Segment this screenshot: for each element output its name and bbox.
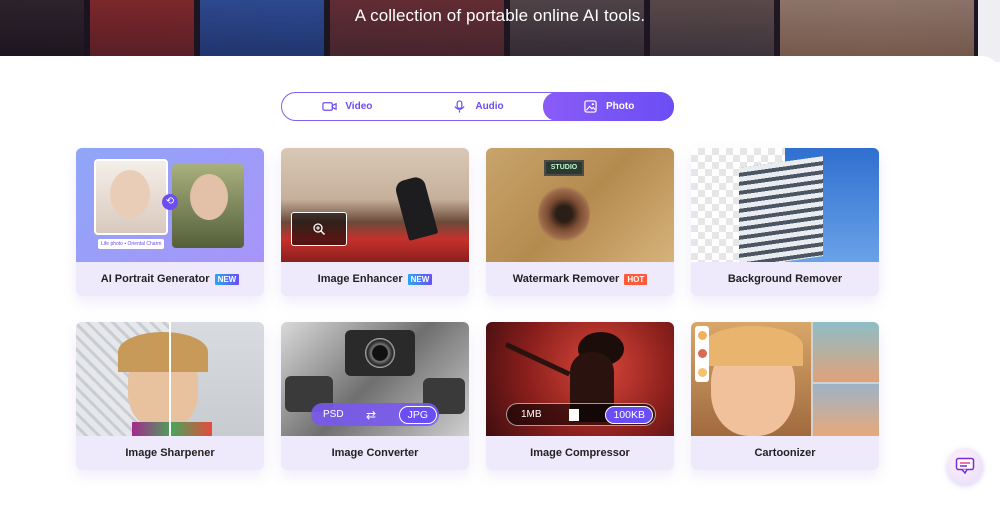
- tab-photo[interactable]: Photo: [543, 92, 675, 121]
- ai-portrait-preview: ⟲ Life photo • Oriental Charm: [76, 148, 264, 262]
- microphone-icon: [454, 100, 465, 113]
- card-label-row: Watermark Remover HOT: [486, 262, 674, 296]
- image-icon: [584, 100, 597, 113]
- tab-video-label: Video: [345, 101, 373, 112]
- convert-arrows-icon: ⇄: [366, 407, 377, 422]
- tool-card-image-compressor[interactable]: 1MB 100KB Image Compressor: [486, 322, 674, 470]
- image-converter-preview: PSD ⇄ JPG: [281, 322, 469, 436]
- zoom-in-icon: [313, 223, 326, 236]
- image-compressor-preview: 1MB 100KB: [486, 322, 674, 436]
- image-sharpener-preview: [76, 322, 264, 436]
- hot-badge: HOT: [624, 273, 648, 285]
- card-label-row: Cartoonizer: [691, 436, 879, 470]
- caption-life-photo: Life photo: [101, 241, 123, 247]
- card-title: Cartoonizer: [754, 447, 816, 459]
- size-pill: 1MB 100KB: [506, 403, 656, 426]
- format-pill: PSD ⇄ JPG: [311, 403, 439, 426]
- background-remover-preview: [691, 148, 879, 262]
- card-title: Watermark Remover: [512, 273, 620, 285]
- card-title: Image Converter: [331, 447, 419, 459]
- chat-support-button[interactable]: [947, 448, 983, 484]
- chat-icon: [955, 457, 975, 475]
- card-title: Background Remover: [727, 273, 843, 285]
- hero-banner: A collection of portable online AI tools…: [0, 0, 1000, 62]
- swap-icon: ⟲: [162, 194, 178, 210]
- new-badge: NEW: [407, 273, 433, 285]
- tab-photo-label: Photo: [606, 101, 635, 112]
- zoom-lens: [291, 212, 347, 246]
- tab-audio-label: Audio: [475, 101, 504, 112]
- card-label-row: Image Sharpener: [76, 436, 264, 470]
- building: [739, 156, 823, 262]
- from-format: PSD: [323, 409, 344, 420]
- style-thumbnails: [695, 326, 709, 382]
- tool-card-watermark-remover[interactable]: STUDIO Watermark Remover HOT: [486, 148, 674, 296]
- compressed-size: 100KB: [605, 405, 653, 424]
- tool-card-image-converter[interactable]: PSD ⇄ JPG Image Converter: [281, 322, 469, 470]
- content-panel-top: [0, 56, 1000, 76]
- tool-card-cartoonizer[interactable]: Cartoonizer: [691, 322, 879, 470]
- tab-audio[interactable]: Audio: [413, 93, 544, 120]
- image-enhancer-preview: [281, 148, 469, 262]
- media-type-tabs: Video Audio Photo: [281, 92, 675, 121]
- watermark-remover-preview: STUDIO: [486, 148, 674, 262]
- tool-card-background-remover[interactable]: Background Remover: [691, 148, 879, 296]
- card-title: Image Sharpener: [125, 447, 215, 459]
- zip-file-icon: [568, 408, 579, 421]
- to-format: JPG: [398, 405, 437, 424]
- hero-title: A collection of portable online AI tools…: [354, 6, 646, 25]
- new-badge: NEW: [214, 273, 240, 285]
- card-title: AI Portrait Generator: [100, 273, 210, 285]
- video-icon: [322, 102, 337, 111]
- tool-card-ai-portrait-generator[interactable]: ⟲ Life photo • Oriental Charm AI Portrai…: [76, 148, 264, 296]
- card-label-row: Image Converter: [281, 436, 469, 470]
- card-label-row: Image Compressor: [486, 436, 674, 470]
- cartoonizer-preview: [691, 322, 879, 436]
- card-label-row: Image Enhancer NEW: [281, 262, 469, 296]
- card-title: Image Compressor: [530, 447, 630, 459]
- tool-card-image-enhancer[interactable]: Image Enhancer NEW: [281, 148, 469, 296]
- studio-sign: STUDIO: [544, 160, 584, 176]
- tool-card-image-sharpener[interactable]: Image Sharpener: [76, 322, 264, 470]
- split-line: [169, 322, 171, 436]
- caption-oriental-charm: Oriental Charm: [127, 241, 162, 247]
- card-label-row: Background Remover: [691, 262, 879, 296]
- original-size: 1MB: [521, 409, 542, 420]
- card-label-row: AI Portrait Generator NEW: [76, 262, 264, 296]
- hero-edge: [978, 0, 1000, 62]
- tab-video[interactable]: Video: [282, 93, 413, 120]
- card-title: Image Enhancer: [317, 273, 403, 285]
